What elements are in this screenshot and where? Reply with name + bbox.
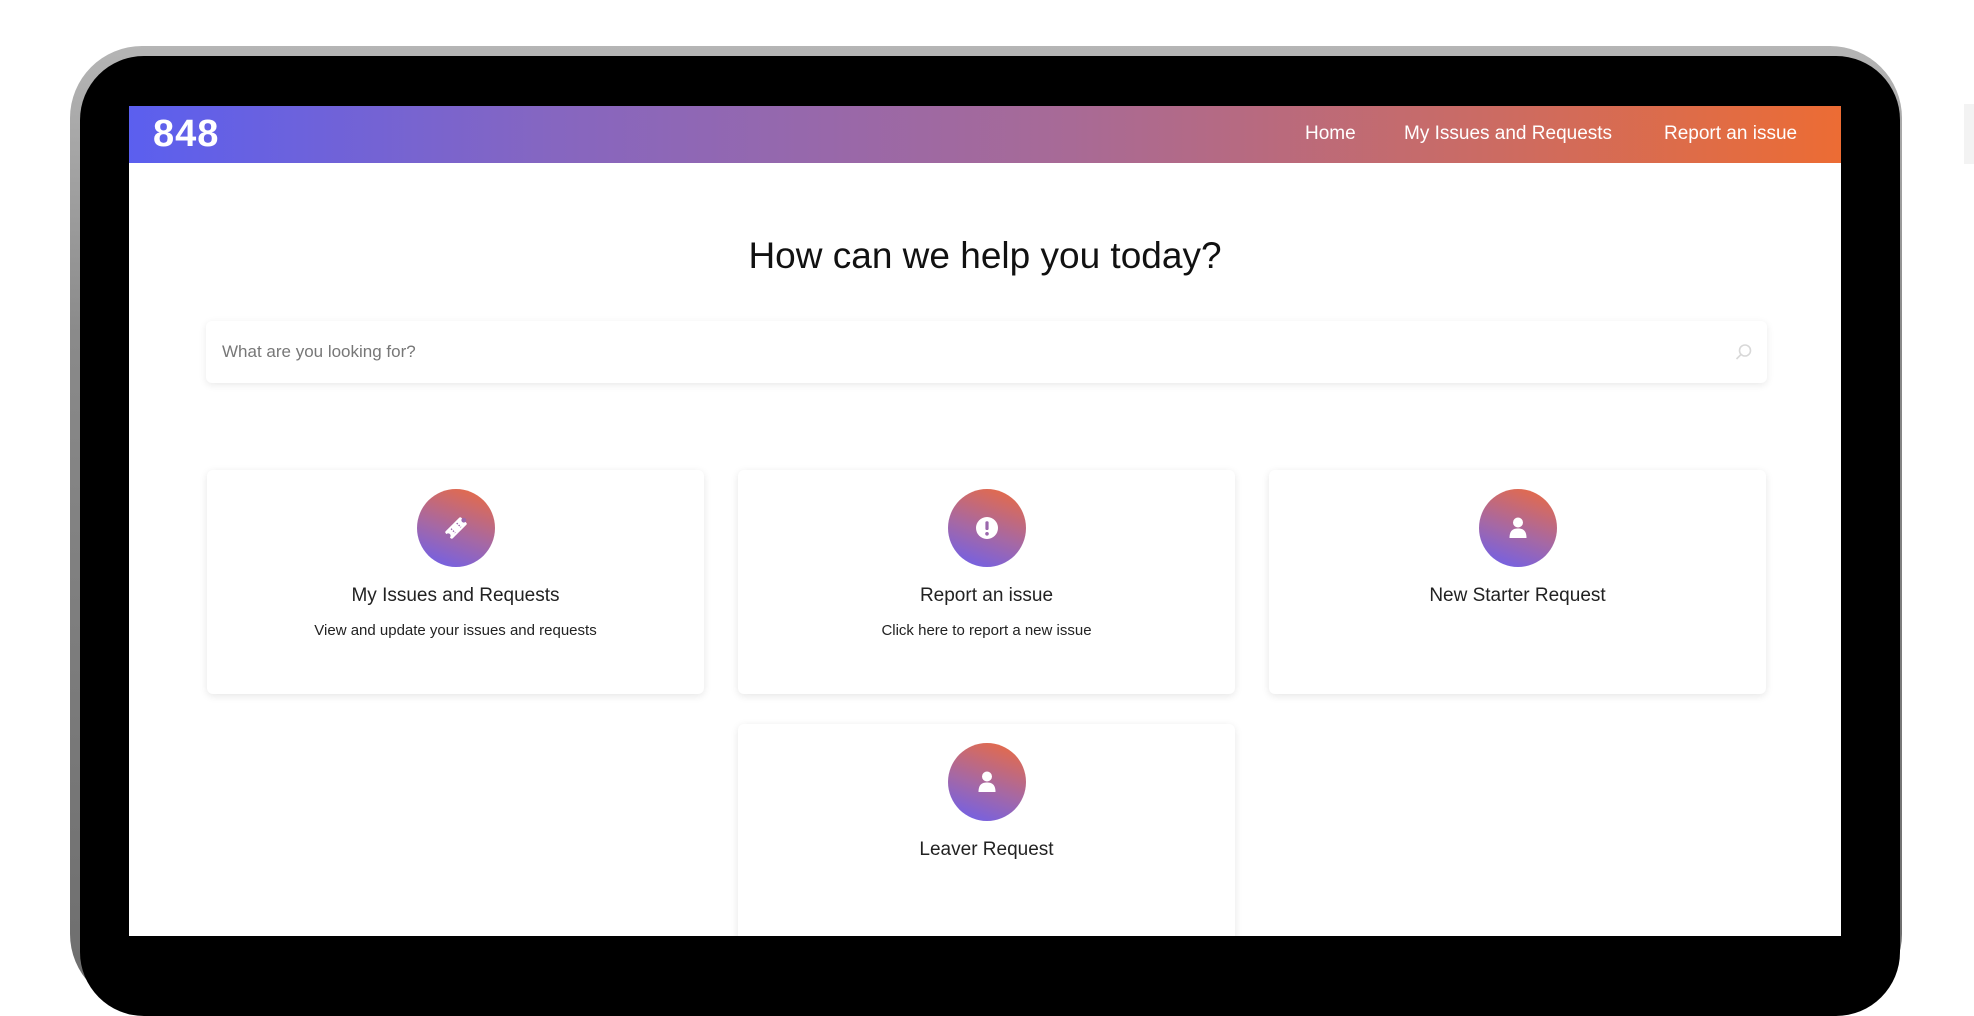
nav-home-link[interactable]: Home xyxy=(1305,122,1356,146)
search-icon[interactable] xyxy=(1735,343,1753,361)
portal-screen: 848 Home My Issues and Requests Report a… xyxy=(129,106,1841,936)
card-icon-circle xyxy=(1479,489,1557,567)
page-title: How can we help you today? xyxy=(748,235,1222,276)
user-icon xyxy=(1509,517,1527,538)
adjacent-panel-edge xyxy=(1964,104,1974,164)
top-navbar: 848 Home My Issues and Requests Report a… xyxy=(129,106,1841,163)
card-description: Click here to report a new issue xyxy=(881,622,1092,639)
card-icon-circle xyxy=(948,489,1026,567)
search-input[interactable] xyxy=(222,321,1722,383)
card-title: New Starter Request xyxy=(1429,585,1606,606)
card-report-issue[interactable]: Report an issue Click here to report a n… xyxy=(738,470,1235,694)
ticket-icon xyxy=(445,517,467,539)
exclamation-circle-icon xyxy=(976,517,998,539)
brand-logo[interactable]: 848 xyxy=(153,112,219,156)
card-title: Leaver Request xyxy=(919,839,1054,860)
card-title: My Issues and Requests xyxy=(351,585,560,606)
card-my-issues[interactable]: My Issues and Requests View and update y… xyxy=(207,470,704,694)
card-title: Report an issue xyxy=(919,585,1054,606)
search-bar xyxy=(206,321,1767,383)
nav-report-issue-link[interactable]: Report an issue xyxy=(1664,122,1797,146)
card-description: View and update your issues and requests xyxy=(314,622,597,639)
card-icon-circle xyxy=(948,743,1026,821)
nav-my-issues-link[interactable]: My Issues and Requests xyxy=(1404,122,1612,146)
card-new-starter-request[interactable]: New Starter Request xyxy=(1269,470,1766,694)
card-icon-circle xyxy=(417,489,495,567)
user-icon xyxy=(978,771,996,792)
card-leaver-request[interactable]: Leaver Request xyxy=(738,724,1235,936)
